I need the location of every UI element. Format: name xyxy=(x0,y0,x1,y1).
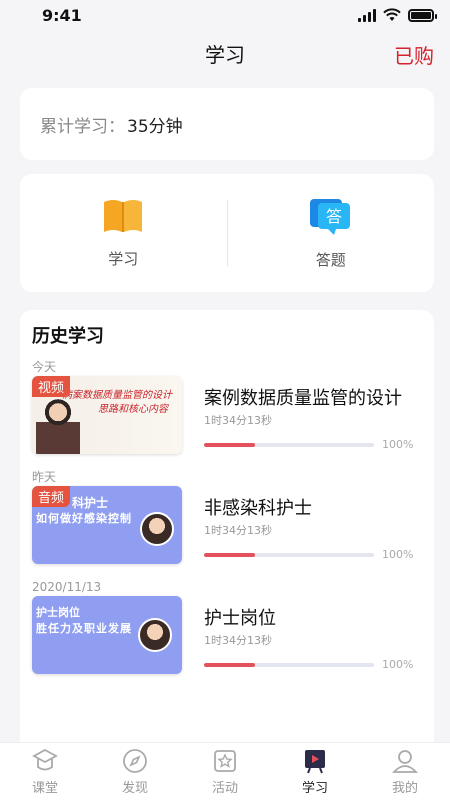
tab-label: 我的 xyxy=(391,780,418,796)
thumbnail-subtitle-line: 思路和核心内容 xyxy=(98,404,168,415)
course-thumbnail: 科护士 如何做好感染控制 音频 xyxy=(32,486,182,564)
study-entry-button[interactable]: 学习 xyxy=(20,174,227,292)
answer-entry-button[interactable]: 答 答题 xyxy=(228,174,435,292)
audio-tag: 音频 xyxy=(32,486,71,507)
tab-classroom[interactable]: 课堂 xyxy=(0,743,90,800)
history-item-info: 案例数据质量监管的设计 1时34分13秒 100% xyxy=(182,376,422,468)
thumbnail-subtitle-line: 胜任力及职业发展 xyxy=(36,622,132,635)
history-item-info: 护士岗位 1时34分13秒 100% xyxy=(182,596,422,688)
course-title: 护士岗位 xyxy=(204,608,276,629)
nav-bar: 学习 已购 xyxy=(0,30,450,76)
status-bar: 9:41 xyxy=(0,0,450,30)
progress-percent: 100% xyxy=(382,658,414,671)
total-study-label: 累计学习： xyxy=(40,116,125,137)
progress-bar xyxy=(204,442,374,447)
wifi-icon xyxy=(383,8,401,21)
study-icon xyxy=(305,749,325,773)
thumbnail-subtitle-line: 如何做好感染控制 xyxy=(36,512,132,525)
course-duration: 1时34分13秒 xyxy=(204,524,272,537)
total-study-value: 35分钟 xyxy=(127,116,183,137)
tab-profile[interactable]: 我的 xyxy=(360,743,450,800)
progress-bar xyxy=(204,662,374,667)
progress-row: 100% xyxy=(204,548,413,561)
progress-percent: 100% xyxy=(382,548,414,561)
thumbnail-title-line: 科护士 xyxy=(72,496,109,510)
tab-label: 课堂 xyxy=(31,780,58,796)
book-icon xyxy=(104,199,143,232)
progress-percent: 100% xyxy=(382,438,414,451)
course-title: 案例数据质量监管的设计 xyxy=(204,388,402,409)
tab-activity[interactable]: 活动 xyxy=(180,743,270,800)
history-card: 历史学习 今天 病案数据质量监管的设计 思路和核心内容 视频 案例数据质量监管的… xyxy=(20,310,434,760)
presenter-image xyxy=(36,396,80,454)
history-item[interactable]: 病案数据质量监管的设计 思路和核心内容 视频 案例数据质量监管的设计 1时34分… xyxy=(32,376,422,468)
history-date-label: 2020/11/13 xyxy=(32,580,102,594)
study-entry-label: 学习 xyxy=(108,249,139,268)
total-study-card: 累计学习： 35分钟 xyxy=(20,88,434,160)
entry-card: 学习 答 答题 xyxy=(20,174,434,292)
signal-icon xyxy=(358,8,376,22)
history-date-label: 今天 xyxy=(32,360,57,374)
progress-fill xyxy=(204,442,255,447)
profile-icon xyxy=(392,749,418,773)
tab-discover[interactable]: 发现 xyxy=(90,743,180,800)
progress-fill xyxy=(204,552,255,557)
classroom-icon xyxy=(32,748,58,770)
course-thumbnail: 病案数据质量监管的设计 思路和核心内容 视频 xyxy=(32,376,182,454)
thumbnail-title-line: 护士岗位 xyxy=(36,606,80,619)
progress-fill xyxy=(204,662,255,667)
thumbnail-title-line: 病案数据质量监管的设计 xyxy=(62,390,172,401)
answer-icon-badge: 答 xyxy=(326,207,342,226)
answer-icon: 答 xyxy=(309,198,350,235)
course-title: 非感染科护士 xyxy=(204,498,312,519)
speaker-avatar xyxy=(138,618,172,652)
star-icon xyxy=(214,749,236,772)
course-duration: 1时34分13秒 xyxy=(204,634,272,647)
tab-label: 学习 xyxy=(301,780,328,796)
page-title: 学习 xyxy=(205,42,245,67)
tab-label: 活动 xyxy=(211,780,238,796)
tab-label: 发现 xyxy=(121,780,148,796)
speaker-avatar xyxy=(140,512,174,546)
tab-study[interactable]: 学习 xyxy=(270,743,360,800)
history-item[interactable]: 科护士 如何做好感染控制 音频 非感染科护士 1时34分13秒 100% xyxy=(32,486,422,578)
history-date-label: 昨天 xyxy=(32,470,57,484)
history-item-info: 非感染科护士 1时34分13秒 100% xyxy=(182,486,422,578)
course-duration: 1时34分13秒 xyxy=(204,414,272,427)
tab-bar: 课堂 发现 活动 学习 我的 xyxy=(0,742,450,800)
progress-bar xyxy=(204,552,374,557)
status-icons xyxy=(358,8,437,22)
status-time: 9:41 xyxy=(42,5,82,25)
progress-row: 100% xyxy=(204,438,413,451)
purchased-button[interactable]: 已购 xyxy=(394,40,434,69)
video-tag: 视频 xyxy=(32,376,71,397)
answer-entry-label: 答题 xyxy=(315,250,346,269)
battery-icon xyxy=(408,8,437,22)
progress-row: 100% xyxy=(204,658,413,671)
history-title: 历史学习 xyxy=(32,326,104,347)
history-item[interactable]: 护士岗位 胜任力及职业发展 护士岗位 1时34分13秒 100% xyxy=(32,596,422,688)
compass-icon xyxy=(123,748,147,773)
course-thumbnail: 护士岗位 胜任力及职业发展 xyxy=(32,596,182,674)
